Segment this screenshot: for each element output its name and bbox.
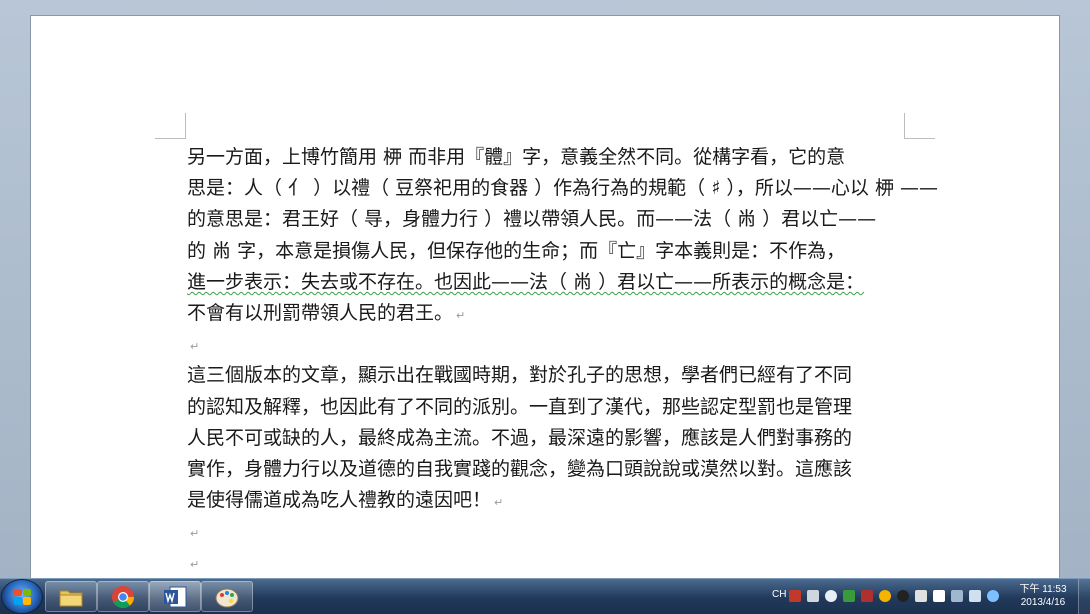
text-line: 的 㡀 字，本意是損傷人民，但保存他的生命；而『亡』字本義則是：不作為， bbox=[187, 239, 846, 262]
taskbar-chrome-button[interactable] bbox=[97, 581, 149, 612]
text-line: 不會有以刑罰帶領人民的君王。 ↵ bbox=[187, 301, 466, 324]
security-icon[interactable] bbox=[897, 590, 909, 602]
text-line: 是使得儒道成為吃人禮教的遠因吧！ ↵ bbox=[187, 489, 504, 512]
text-line: 的認知及解釋，也因此有了不同的派別。一直到了漢代，那些認定型罰也是管理 bbox=[187, 395, 853, 418]
chrome-icon bbox=[112, 586, 135, 608]
clock[interactable]: 下午 11:53 2013/4/16 bbox=[1012, 583, 1074, 609]
taskbar-word-button[interactable] bbox=[149, 581, 201, 612]
app-tray-icon[interactable] bbox=[861, 590, 873, 602]
paragraph-mark: ↵ bbox=[494, 496, 504, 510]
text-line: 這三個版本的文章，顯示出在戰國時期，對於孔子的思想，學者們已經有了不同 bbox=[187, 364, 853, 387]
document-page[interactable]: 另一方面，上博竹簡用 𫞉 而非用『體』字，意義全然不同。從構字看，它的意 思是：… bbox=[31, 16, 1059, 578]
paragraph-2: 這三個版本的文章，顯示出在戰國時期，對於孔子的思想，學者們已經有了不同 的認知及… bbox=[187, 360, 907, 516]
ime-icon[interactable] bbox=[789, 590, 801, 602]
empty-paragraph: ↵ bbox=[187, 329, 907, 360]
paragraph-mark: ↵ bbox=[456, 308, 466, 322]
windows-logo-icon bbox=[14, 589, 31, 605]
empty-paragraph: ↵ bbox=[187, 547, 907, 578]
paragraph-1: 另一方面，上博竹簡用 𫞉 而非用『體』字，意義全然不同。從構字看，它的意 思是：… bbox=[187, 142, 939, 329]
display-icon[interactable] bbox=[969, 590, 981, 602]
paragraph-mark: ↵ bbox=[190, 558, 200, 572]
word-icon bbox=[164, 586, 187, 608]
margin-corner-top-left bbox=[155, 113, 186, 139]
help-icon[interactable] bbox=[825, 590, 837, 602]
taskbar-explorer-button[interactable] bbox=[45, 581, 97, 612]
clock-date: 2013/4/16 bbox=[1020, 597, 1066, 608]
text-line: 的意思是：君王好（ 㝵，身體力行 ）禮以帶領人民。而——法（ 㡀 ）君以亡—— bbox=[187, 208, 877, 231]
volume-icon[interactable] bbox=[915, 590, 927, 602]
document-body[interactable]: 另一方面，上博竹簡用 𫞉 而非用『體』字，意義全然不同。從構字看，它的意 思是：… bbox=[187, 142, 939, 579]
sync-icon[interactable] bbox=[987, 590, 999, 602]
taskbar: CH 下午 11:53 2013/4/16 bbox=[0, 578, 1090, 614]
clock-time: 下午 11:53 bbox=[1019, 584, 1067, 595]
text-line: 實作，身體力行以及道德的自我實踐的觀念，變為口頭說說或漠然以對。這應該 bbox=[187, 457, 853, 480]
flag-icon[interactable] bbox=[933, 590, 945, 602]
taskbar-paint-button[interactable] bbox=[201, 581, 253, 612]
empty-paragraph: ↵ bbox=[187, 516, 907, 547]
text-line: 人民不可或缺的人，最終成為主流。不過，最深遠的影響，應該是人們對事務的 bbox=[187, 426, 853, 449]
network-icon[interactable] bbox=[843, 590, 855, 602]
paragraph-mark: ↵ bbox=[190, 340, 200, 354]
document-workspace: 另一方面，上博竹簡用 𫞉 而非用『體』字，意義全然不同。從構字看，它的意 思是：… bbox=[0, 0, 1090, 578]
paragraph-mark: ↵ bbox=[190, 527, 200, 541]
paint-icon bbox=[215, 588, 239, 608]
text-line: 進一步表示：失去或不存在。也因此——法（ 㡀 ）君以亡——所表示的概念是： bbox=[187, 270, 865, 293]
text-line: 思是：人（ 亻 ）以禮（ 豆祭祀用的食器 ）作為行為的規範（ ♯ ），所以——心… bbox=[187, 177, 939, 200]
show-desktop-button[interactable] bbox=[1078, 579, 1090, 614]
text-line: 另一方面，上博竹簡用 𫞉 而非用『體』字，意義全然不同。從構字看，它的意 bbox=[187, 146, 846, 168]
keyboard-icon[interactable] bbox=[807, 590, 819, 602]
start-button[interactable] bbox=[2, 580, 42, 613]
language-indicator[interactable]: CH bbox=[772, 589, 786, 600]
margin-corner-top-right bbox=[904, 113, 935, 139]
folder-icon bbox=[59, 590, 83, 607]
chrome-tray-icon[interactable] bbox=[879, 590, 891, 602]
power-icon[interactable] bbox=[951, 590, 963, 602]
